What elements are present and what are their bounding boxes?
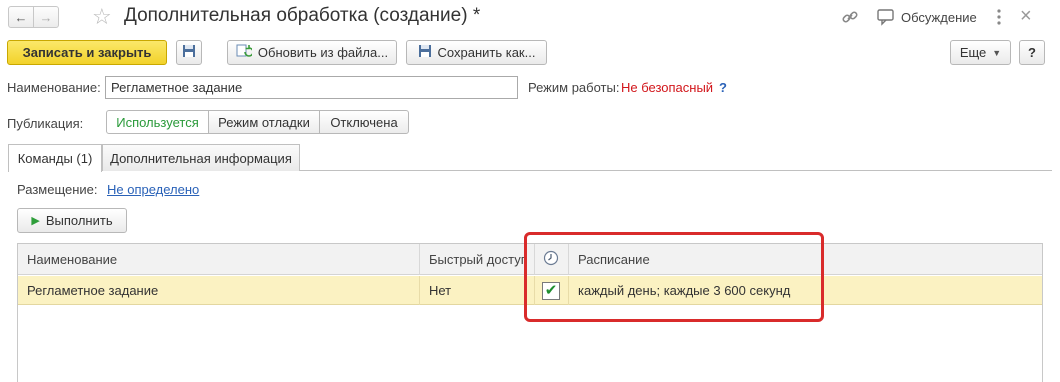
save-as-button[interactable]: Сохранить как... [406,40,547,65]
save-button[interactable] [176,40,202,65]
save-as-label: Сохранить как... [437,45,536,60]
play-icon: ▶ [31,215,40,227]
more-button[interactable]: Еще ▼ [950,40,1011,65]
forward-arrow-icon: → [39,9,53,25]
run-button[interactable]: ▶ Выполнить [17,208,127,233]
back-button[interactable]: ← [8,6,34,28]
tab-additional-info[interactable]: Дополнительная информация [102,144,300,171]
reload-file-icon [236,44,254,61]
discussion-link[interactable]: Обсуждение [901,10,977,25]
name-field[interactable]: Регламетное задание [105,76,518,99]
column-header-name[interactable]: Наименование [18,244,420,275]
back-arrow-icon: ← [14,9,28,25]
help-button[interactable]: ? [1019,40,1045,65]
discussion-icon[interactable] [876,8,896,29]
publication-option-disabled[interactable]: Отключена [319,110,409,134]
reload-from-file-label: Обновить из файла... [257,45,389,60]
floppy-disk-icon [182,44,196,61]
reload-from-file-button[interactable]: Обновить из файла... [227,40,397,65]
name-label: Наименование: [7,80,101,95]
run-label: Выполнить [45,213,113,228]
mode-label: Режим работы: [528,80,620,95]
placement-label: Размещение: [17,182,98,197]
placement-link[interactable]: Не определено [107,182,199,197]
page-title: Дополнительная обработка (создание) * [124,5,481,26]
row-name: Регламетное задание [18,276,420,305]
chevron-down-icon: ▼ [992,47,1002,58]
tab-commands[interactable]: Команды (1) [8,144,102,172]
more-label: Еще [959,45,987,60]
star-icon[interactable]: ☆ [92,4,112,30]
more-vert-icon[interactable] [996,8,1004,26]
forward-button[interactable]: → [33,6,59,28]
close-icon[interactable]: × [1020,5,1032,28]
save-close-button[interactable]: Записать и закрыть [7,40,167,65]
publication-option-used[interactable]: Используется [106,110,209,134]
column-header-quick-access[interactable]: Быстрый доступ [420,244,535,275]
link-icon[interactable] [841,8,859,31]
publication-label: Публикация: [7,116,84,131]
publication-option-debug[interactable]: Режим отладки [208,110,320,134]
mode-value[interactable]: Не безопасный [621,80,713,95]
save-as-icon [418,44,432,61]
row-quick-access: Нет [420,276,535,305]
highlight-frame [524,232,824,322]
mode-help[interactable]: ? [719,80,727,95]
